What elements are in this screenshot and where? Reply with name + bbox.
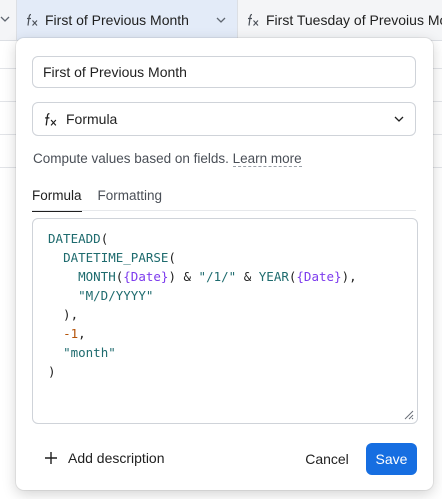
chevron-down-icon (394, 116, 404, 122)
field-type-select[interactable]: Formula (32, 102, 416, 136)
tab-formula[interactable]: Formula (32, 188, 82, 212)
formula-token: {Date} (123, 269, 169, 284)
formula-token (48, 288, 78, 303)
formula-token: ( (100, 231, 109, 246)
formula-editor[interactable]: DATEADD( DATETIME_PARSE( MONTH({Date}) &… (32, 218, 418, 424)
save-button[interactable]: Save (366, 443, 417, 475)
add-description-label: Add description (68, 450, 165, 466)
formula-icon (43, 112, 58, 127)
formula-line: DATETIME_PARSE( (48, 248, 357, 267)
formula-token: "month" (63, 345, 116, 360)
formula-line: -1, (48, 324, 357, 343)
formula-token: MONTH (78, 269, 116, 284)
formula-token: YEAR (258, 269, 289, 284)
helper-text: Compute values based on fields. (33, 151, 229, 166)
formula-token: & (236, 269, 259, 284)
formula-icon (25, 13, 39, 27)
formula-token: ), (341, 269, 357, 284)
formula-line: "M/D/YYYY" (48, 286, 357, 305)
formula-token (48, 345, 63, 360)
column-header-label: First of Previous Month (45, 12, 189, 28)
chevron-down-icon (0, 16, 10, 22)
editor-tabs: Formula Formatting (32, 188, 178, 212)
formula-token: "M/D/YYYY" (78, 288, 154, 303)
formula-token (48, 269, 78, 284)
resize-handle-icon[interactable] (402, 408, 414, 420)
formula-token: , (78, 326, 86, 341)
cancel-button[interactable]: Cancel (304, 443, 350, 475)
formula-line: ), (48, 305, 357, 324)
formula-token: {Date} (296, 269, 342, 284)
formula-token: -1 (63, 326, 79, 341)
formula-token: DATEADD (48, 231, 101, 246)
formula-token: ) (48, 364, 56, 379)
formula-line: "month" (48, 343, 357, 362)
column-header-label: First Tuesday of Prevoius Month (266, 12, 442, 28)
field-name-input[interactable] (32, 56, 416, 88)
learn-more-link[interactable]: Learn more (232, 151, 302, 167)
grid-header: First of Previous Month First Tuesday of… (0, 0, 442, 41)
formula-token: "/1/" (198, 269, 237, 284)
formula-line: ) (48, 362, 357, 381)
plus-icon (44, 451, 58, 465)
chevron-down-icon[interactable] (215, 14, 227, 26)
formula-token (48, 250, 63, 265)
formula-line: DATEADD( (48, 229, 357, 248)
formula-token: ), (48, 307, 79, 322)
formula-icon (246, 13, 260, 27)
field-type-description: Compute values based on fields. Learn mo… (33, 151, 302, 167)
formula-code[interactable]: DATEADD( DATETIME_PARSE( MONTH({Date}) &… (48, 229, 357, 381)
column-header-first-tuesday[interactable]: First Tuesday of Prevoius Month (238, 0, 442, 40)
field-editor-popover: Formula Compute values based on fields. … (16, 38, 433, 490)
formula-token: ( (168, 250, 176, 265)
formula-token: ) & (168, 269, 199, 284)
add-description-button[interactable]: Add description (44, 450, 165, 466)
formula-token: DATETIME_PARSE (63, 250, 169, 265)
formula-token (48, 326, 63, 341)
formula-line: MONTH({Date}) & "/1/" & YEAR({Date}), (48, 267, 357, 286)
tab-formatting[interactable]: Formatting (98, 188, 163, 212)
previous-column-stub[interactable] (0, 0, 17, 40)
tab-divider (32, 210, 416, 211)
column-header-first-of-previous-month[interactable]: First of Previous Month (17, 0, 238, 40)
field-type-label: Formula (66, 111, 118, 127)
